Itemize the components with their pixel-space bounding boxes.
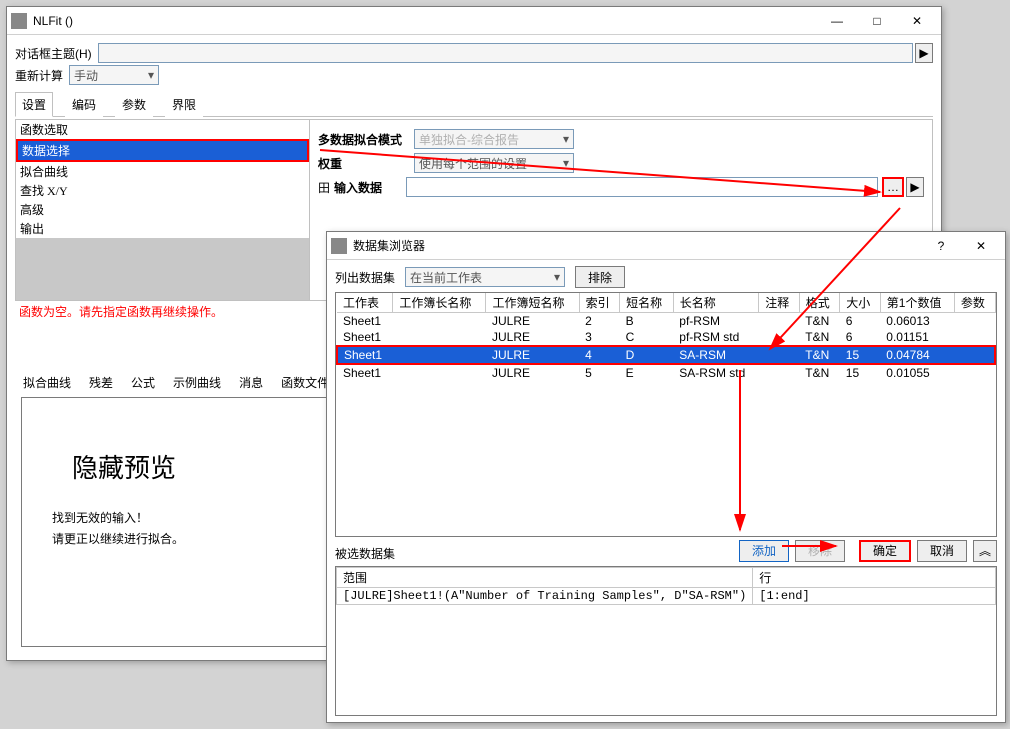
nlfit-titlebar[interactable]: NLFit () — □ ✕ <box>7 7 941 35</box>
multi-mode-select[interactable]: 单独拟合-综合报告 <box>414 129 574 149</box>
weight-label: 权重 <box>318 155 414 172</box>
recalc-select[interactable]: 手动 <box>69 65 159 85</box>
lower-tab-残差[interactable]: 残差 <box>85 372 117 393</box>
setting-item-2[interactable]: 拟合曲线 <box>16 162 309 181</box>
multi-mode-label: 多数据拟合模式 <box>318 131 414 148</box>
selected-datasets-label: 被选数据集 <box>335 545 395 562</box>
table-row[interactable]: Sheet1JULRE3Cpf-RSM stdT&N60.01151 <box>337 329 995 346</box>
tab-参数[interactable]: 参数 <box>115 92 153 117</box>
input-data-browse-button[interactable]: … <box>882 177 904 197</box>
list-datasets-label: 列出数据集 <box>335 269 395 286</box>
input-data-label: 输入数据 <box>334 179 406 196</box>
column-header[interactable]: 第1个数值 <box>880 293 954 313</box>
column-header[interactable]: 长名称 <box>673 293 758 313</box>
minimize-button[interactable]: — <box>817 8 857 34</box>
dsb-close-button[interactable]: ✕ <box>961 233 1001 259</box>
lower-tab-示例曲线[interactable]: 示例曲线 <box>169 372 225 393</box>
preview-message: 找到无效的输入！ 请更正以继续进行拟合。 <box>52 508 184 550</box>
remove-button[interactable]: 移除 <box>795 540 845 562</box>
list-datasets-select[interactable]: 在当前工作表 <box>405 267 565 287</box>
dataset-table[interactable]: 工作表工作簿长名称工作簿短名称索引短名称长名称注释格式大小第1个数值参数Shee… <box>335 292 997 537</box>
app-icon <box>331 238 347 254</box>
column-header[interactable]: 索引 <box>579 293 620 313</box>
range-row[interactable]: [JULRE]Sheet1!(A"Number of Training Samp… <box>337 588 996 605</box>
close-button[interactable]: ✕ <box>897 8 937 34</box>
input-data-field[interactable] <box>406 177 878 197</box>
setting-item-3[interactable]: 查找 X/Y <box>16 181 309 200</box>
dsb-title: 数据集浏览器 <box>353 237 921 254</box>
column-header[interactable]: 大小 <box>840 293 881 313</box>
dataset-browser-window: 数据集浏览器 ? ✕ 列出数据集 在当前工作表 排除 工作表工作簿长名称工作簿短… <box>326 231 1006 723</box>
ok-button[interactable]: 确定 <box>859 540 911 562</box>
range-header[interactable]: 行 <box>753 568 996 588</box>
top-tabs: 设置编码参数界限 <box>15 91 933 117</box>
app-icon <box>11 13 27 29</box>
dialog-theme-menu-button[interactable]: ▶ <box>915 43 933 63</box>
tab-编码[interactable]: 编码 <box>65 92 103 117</box>
preview-title: 隐藏预览 <box>72 448 176 485</box>
settings-left-list[interactable]: 函数选取数据选择拟合曲线查找 X/Y高级输出 <box>16 120 310 300</box>
column-header[interactable]: 短名称 <box>620 293 674 313</box>
tab-设置[interactable]: 设置 <box>15 92 53 117</box>
cancel-button[interactable]: 取消 <box>917 540 967 562</box>
tab-界限[interactable]: 界限 <box>165 92 203 117</box>
input-data-menu-button[interactable]: ▶ <box>906 177 924 197</box>
table-row[interactable]: Sheet1JULRE5ESA-RSM stdT&N150.01055 <box>337 364 995 381</box>
setting-item-5[interactable]: 输出 <box>16 219 309 238</box>
recalc-label: 重新计算 <box>15 67 63 84</box>
lower-tab-公式[interactable]: 公式 <box>127 372 159 393</box>
window-title: NLFit () <box>33 14 817 28</box>
maximize-button[interactable]: □ <box>857 8 897 34</box>
lower-tab-拟合曲线[interactable]: 拟合曲线 <box>19 372 75 393</box>
range-header[interactable]: 范围 <box>337 568 753 588</box>
lower-tab-消息[interactable]: 消息 <box>235 372 267 393</box>
expand-icon[interactable]: 田 <box>318 179 330 196</box>
dialog-theme-input[interactable] <box>98 43 913 63</box>
column-header[interactable]: 工作簿长名称 <box>393 293 486 313</box>
collapse-button[interactable]: ︽ <box>973 540 997 562</box>
column-header[interactable]: 参数 <box>954 293 995 313</box>
column-header[interactable]: 工作表 <box>337 293 393 313</box>
help-button[interactable]: ? <box>921 233 961 259</box>
selected-range-grid[interactable]: 范围行[JULRE]Sheet1!(A"Number of Training S… <box>335 566 997 716</box>
dsb-titlebar[interactable]: 数据集浏览器 ? ✕ <box>327 232 1005 260</box>
setting-item-0[interactable]: 函数选取 <box>16 120 309 139</box>
setting-item-1[interactable]: 数据选择 <box>16 139 309 162</box>
column-header[interactable]: 工作簿短名称 <box>486 293 579 313</box>
lower-tab-函数文件[interactable]: 函数文件 <box>277 372 333 393</box>
add-button[interactable]: 添加 <box>739 540 789 562</box>
column-header[interactable]: 注释 <box>759 293 800 313</box>
dialog-theme-label: 对话框主题(H) <box>15 45 92 62</box>
table-row[interactable]: Sheet1JULRE4DSA-RSMT&N150.04784 <box>337 346 995 364</box>
weight-select[interactable]: 使用每个范围的设置 <box>414 153 574 173</box>
column-header[interactable]: 格式 <box>799 293 840 313</box>
setting-item-4[interactable]: 高级 <box>16 200 309 219</box>
exclude-button[interactable]: 排除 <box>575 266 625 288</box>
table-row[interactable]: Sheet1JULRE2Bpf-RSMT&N60.06013 <box>337 313 995 330</box>
